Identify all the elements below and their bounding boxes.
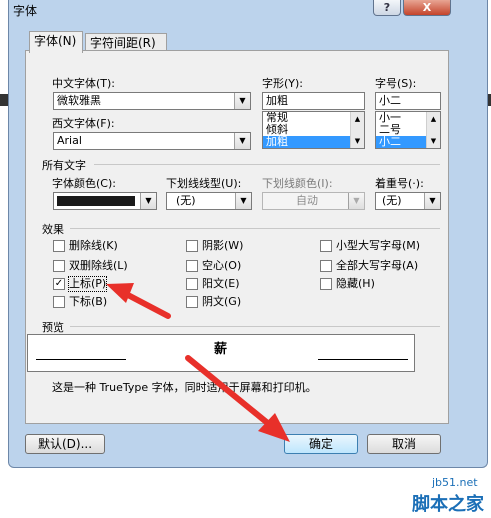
tab-font[interactable]: 字体(N) [29, 31, 83, 53]
watermark-logo-text: 脚本之家 [412, 494, 484, 515]
watermark-domain: jb51.net [432, 476, 478, 489]
annotation-arrow-superscript [106, 283, 171, 319]
annotation-overlay [106, 283, 290, 442]
annotation-arrow-ok [185, 355, 290, 442]
